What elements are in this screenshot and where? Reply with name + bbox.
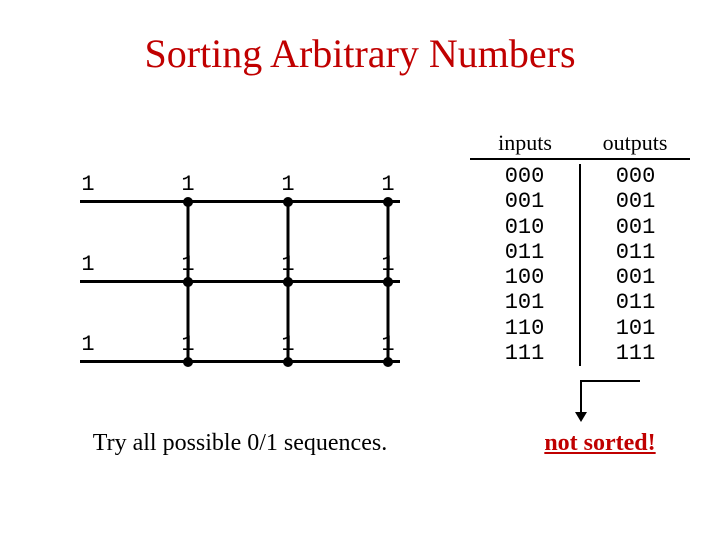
table-row: 100 [470,265,579,290]
table-row: 011 [581,290,690,315]
table-row: 001 [581,189,690,214]
comparator-line [187,282,190,362]
table-row: 111 [470,341,579,366]
table-row: 011 [581,240,690,265]
table-row: 101 [581,316,690,341]
wire-2 [80,360,400,363]
table-row: 001 [470,189,579,214]
table-row: 000 [581,164,690,189]
label-r0c3: 1 [381,172,394,197]
comparator-line [287,202,290,282]
table-row: 011 [470,240,579,265]
io-table: inputs outputs 000001010011100101110111 … [470,130,690,366]
label-r0c1: 1 [181,172,194,197]
comparator-dot [283,357,293,367]
inputs-column: 000001010011100101110111 [470,164,579,366]
table-row: 010 [470,215,579,240]
comparator-dot [383,357,393,367]
wire-0 [80,200,400,203]
comparator-dot [183,197,193,207]
header-outputs: outputs [580,130,690,160]
header-inputs: inputs [470,130,580,160]
comparator-line [187,202,190,282]
label-r0c0: 1 [81,172,94,197]
label-r1c0: 1 [81,252,94,277]
not-sorted-label: not sorted! [500,430,700,457]
caption: Try all possible 0/1 sequences. [60,430,420,457]
table-row: 001 [581,215,690,240]
table-row: 001 [581,265,690,290]
table-row: 111 [581,341,690,366]
comparator-dot [383,197,393,207]
comparator-dot [183,357,193,367]
page-title: Sorting Arbitrary Numbers [0,30,720,77]
wire-1 [80,280,400,283]
comparator-line [387,282,390,362]
comparator-line [287,282,290,362]
sorting-network: 1 1 1 1 1 1 1 1 1 1 1 1 [60,170,420,400]
label-r0c2: 1 [281,172,294,197]
label-r2c0: 1 [81,332,94,357]
comparator-line [387,202,390,282]
comparator-dot [183,277,193,287]
table-row: 110 [470,316,579,341]
outputs-column: 000001001011001011101111 [581,164,690,366]
comparator-dot [283,197,293,207]
comparator-dot [383,277,393,287]
table-row: 000 [470,164,579,189]
table-row: 101 [470,290,579,315]
comparator-dot [283,277,293,287]
